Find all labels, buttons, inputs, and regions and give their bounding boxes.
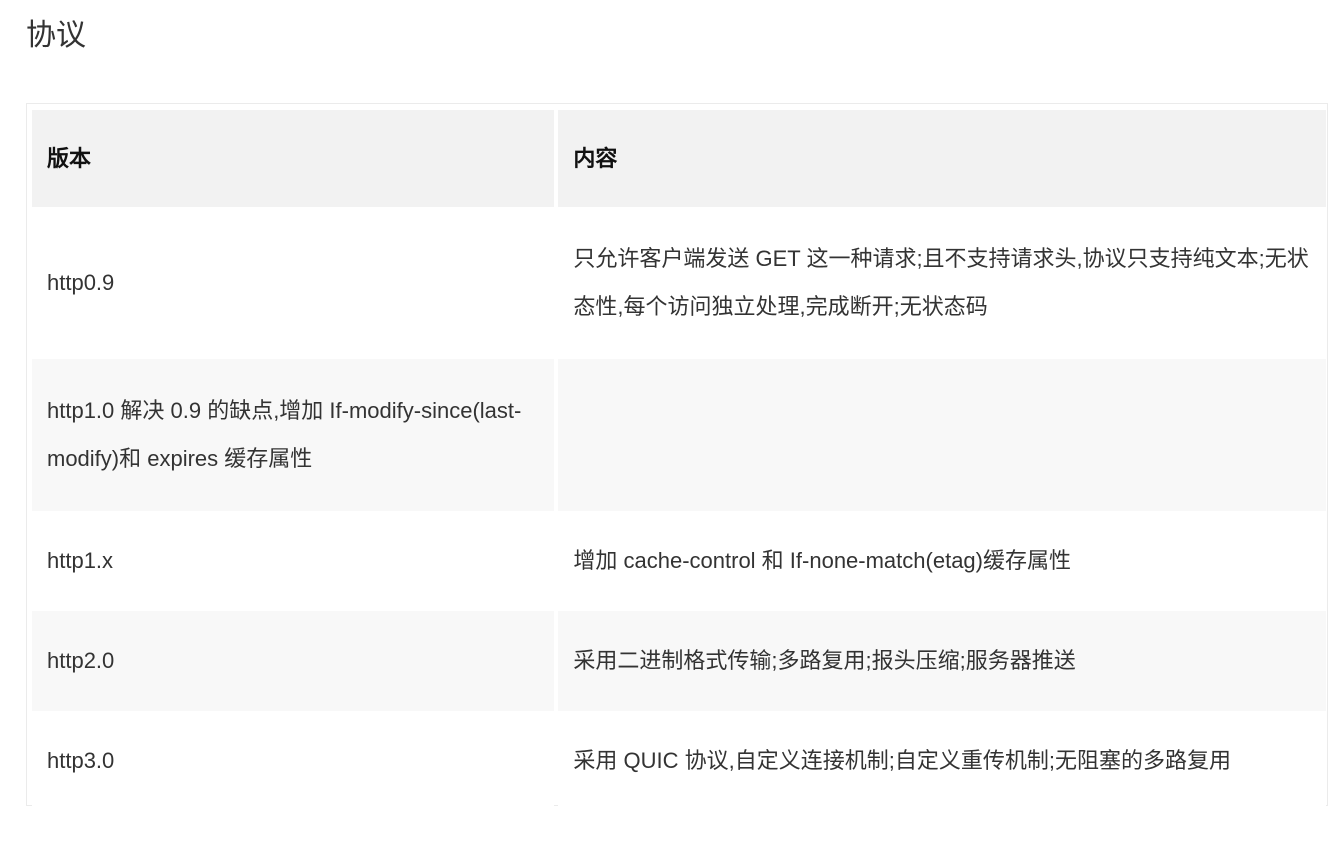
table-row: http0.9 只允许客户端发送 GET 这一种请求;且不支持请求头,协议只支持… xyxy=(32,207,1326,359)
protocol-table: 版本 内容 http0.9 只允许客户端发送 GET 这一种请求;且不支持请求头… xyxy=(28,110,1330,811)
protocol-table-container: 版本 内容 http0.9 只允许客户端发送 GET 这一种请求;且不支持请求头… xyxy=(26,103,1328,811)
table-row: http1.x 增加 cache-control 和 If-none-match… xyxy=(32,511,1326,611)
cell-content: 采用 QUIC 协议,自定义连接机制;自定义重传机制;无阻塞的多路复用 xyxy=(558,711,1326,811)
header-version: 版本 xyxy=(32,110,555,207)
table-row: http2.0 采用二进制格式传输;多路复用;报头压缩;服务器推送 xyxy=(32,611,1326,711)
cell-content xyxy=(558,359,1326,511)
section-title: 协议 xyxy=(26,19,86,52)
cell-version: http3.0 xyxy=(32,711,555,811)
cell-version: http0.9 xyxy=(32,207,555,359)
cell-version: http1.x xyxy=(32,511,555,611)
cell-content: 只允许客户端发送 GET 这一种请求;且不支持请求头,协议只支持纯文本;无状态性… xyxy=(558,207,1326,359)
table-header-row: 版本 内容 xyxy=(32,110,1326,207)
cell-content: 采用二进制格式传输;多路复用;报头压缩;服务器推送 xyxy=(558,611,1326,711)
table-row: http1.0 解决 0.9 的缺点,增加 If-modify-since(la… xyxy=(32,359,1326,511)
cell-version: http2.0 xyxy=(32,611,555,711)
table-row: http3.0 采用 QUIC 协议,自定义连接机制;自定义重传机制;无阻塞的多… xyxy=(32,711,1326,811)
cell-version: http1.0 解决 0.9 的缺点,增加 If-modify-since(la… xyxy=(32,359,555,511)
header-content: 内容 xyxy=(558,110,1326,207)
cell-content: 增加 cache-control 和 If-none-match(etag)缓存… xyxy=(558,511,1326,611)
